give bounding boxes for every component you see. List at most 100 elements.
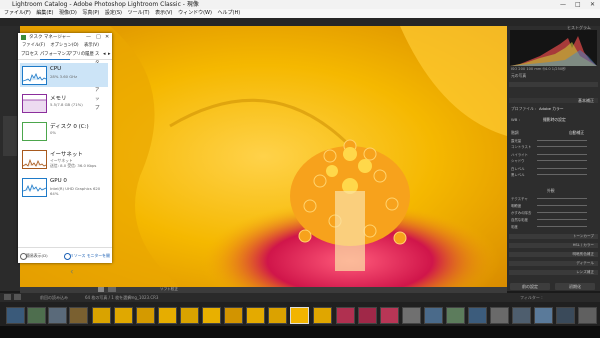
highlights-slider[interactable] bbox=[537, 154, 587, 155]
hsl-section[interactable]: HSL / カラー bbox=[509, 243, 598, 248]
minimize-button[interactable]: — bbox=[560, 0, 566, 9]
perf-item-disk[interactable]: ディスク 0 (C:) 0% bbox=[20, 119, 108, 143]
filmstrip-thumbnail[interactable] bbox=[6, 307, 25, 324]
filmstrip-thumbnail[interactable] bbox=[224, 307, 243, 324]
split-toning-section[interactable]: 明暗別色補正 bbox=[509, 252, 598, 257]
filmstrip-thumbnail[interactable] bbox=[136, 307, 155, 324]
filmstrip-thumbnail[interactable] bbox=[336, 307, 355, 324]
menu-view[interactable]: 表示(V) bbox=[155, 10, 172, 16]
perf-item-cpu[interactable]: CPU 28% 3.60 GHz bbox=[20, 63, 108, 87]
close-button[interactable]: ✕ bbox=[590, 0, 595, 9]
filmstrip-thumbnail[interactable] bbox=[27, 307, 46, 324]
menu-help[interactable]: ヘルプ(H) bbox=[218, 10, 241, 16]
title-bar: Lightroom Catalog - Adobe Photoshop Ligh… bbox=[0, 0, 600, 9]
filmstrip-thumbnail[interactable] bbox=[246, 307, 265, 324]
task-manager-title: タスク マネージャー bbox=[29, 35, 71, 40]
filmstrip-thumbnail[interactable] bbox=[424, 307, 443, 324]
profile-dropdown[interactable]: Adobe カラー bbox=[539, 106, 564, 112]
filmstrip-thumbnail[interactable] bbox=[202, 307, 221, 324]
before-after-icon[interactable] bbox=[108, 287, 116, 292]
slider-label: 露光量 bbox=[511, 139, 522, 143]
resource-monitor-link[interactable]: リソース モニターを開く bbox=[70, 248, 112, 280]
auto-button[interactable]: 自動補正 bbox=[569, 130, 584, 136]
filmstrip-thumbnail[interactable] bbox=[578, 307, 597, 324]
filmstrip-thumbnail[interactable] bbox=[380, 307, 399, 324]
tm-maximize-button[interactable]: □ bbox=[96, 33, 101, 42]
filmstrip-thumbnail[interactable] bbox=[158, 307, 177, 324]
filmstrip-thumbnail[interactable] bbox=[114, 307, 133, 324]
tabs-right-arrow-icon[interactable]: ▸ bbox=[108, 50, 111, 59]
dehaze-slider[interactable] bbox=[537, 212, 587, 213]
tab-app-history[interactable]: アプリの履歴 bbox=[68, 50, 94, 59]
lens-corrections-section[interactable]: レンズ補正 bbox=[509, 270, 598, 275]
tone-curve-section[interactable]: トーンカーブ bbox=[509, 234, 598, 239]
shadows-slider[interactable] bbox=[537, 160, 587, 161]
filmstrip-thumbnail[interactable] bbox=[512, 307, 531, 324]
filmstrip-thumbnail-selected[interactable] bbox=[290, 307, 309, 324]
filmstrip-thumbnail[interactable] bbox=[556, 307, 575, 324]
perf-item-ethernet[interactable]: イーサネット イーサネット 送信: 8.0 受信: 36.0 Kbps bbox=[20, 147, 108, 171]
navigator-collapsed[interactable] bbox=[3, 116, 17, 156]
tm-menu-view[interactable]: 表示(V) bbox=[84, 43, 99, 48]
filmstrip-thumbnail[interactable] bbox=[534, 307, 553, 324]
menu-develop[interactable]: 現像(D) bbox=[59, 10, 77, 16]
perf-item-memory[interactable]: メモリ 5.5/7.8 GB (71%) bbox=[20, 91, 108, 115]
filmstrip-source[interactable]: 前回の読み込み bbox=[40, 293, 68, 302]
menu-file[interactable]: ファイル(F) bbox=[4, 10, 31, 16]
contrast-slider[interactable] bbox=[537, 146, 587, 147]
section-label: ディテール bbox=[576, 261, 594, 265]
menu-photo[interactable]: 写真(P) bbox=[82, 10, 99, 16]
filmstrip-thumbnail[interactable] bbox=[490, 307, 509, 324]
slider-label: 明瞭度 bbox=[511, 204, 522, 208]
menu-tools[interactable]: ツール(T) bbox=[128, 10, 150, 16]
slider-label: 黒レベル bbox=[511, 173, 525, 177]
wb-dropdown[interactable]: 撮影時の設定 bbox=[543, 117, 566, 123]
tab-processes[interactable]: プロセス bbox=[21, 50, 38, 59]
task-manager-window[interactable]: タスク マネージャー — □ ✕ ファイル(F) オプション(O) 表示(V) … bbox=[18, 33, 112, 274]
presence-label: 外観 bbox=[547, 188, 555, 193]
app-title: Lightroom Catalog - Adobe Photoshop Ligh… bbox=[12, 1, 199, 8]
filmstrip-thumbnail[interactable] bbox=[402, 307, 421, 324]
filmstrip-thumbnail[interactable] bbox=[69, 307, 88, 324]
histogram-readout: ISO 200 100 mm f/4.0 1/250秒 bbox=[511, 67, 566, 71]
basic-section-header[interactable]: 基本補正 bbox=[509, 98, 598, 103]
tm-minimize-button[interactable]: — bbox=[86, 33, 91, 42]
tm-menu-options[interactable]: オプション(O) bbox=[50, 43, 78, 48]
menu-settings[interactable]: 設定(S) bbox=[105, 10, 122, 16]
reset-button[interactable]: 初期化 bbox=[555, 283, 595, 290]
secondary-display-icon[interactable] bbox=[14, 294, 21, 300]
tm-menu-file[interactable]: ファイル(F) bbox=[22, 43, 45, 48]
filmstrip-thumbnail[interactable] bbox=[180, 307, 199, 324]
filmstrip-filename: /img_1023.CR3 bbox=[128, 295, 159, 300]
tabs-left-arrow-icon[interactable]: ◂ bbox=[103, 50, 106, 59]
tab-performance[interactable]: パフォーマンス bbox=[40, 50, 70, 60]
filmstrip-thumbnail[interactable] bbox=[358, 307, 377, 324]
saturation-slider[interactable] bbox=[537, 226, 587, 227]
filmstrip-thumbnail[interactable] bbox=[446, 307, 465, 324]
whites-slider[interactable] bbox=[537, 168, 587, 169]
exposure-slider[interactable] bbox=[537, 140, 587, 141]
vibrance-slider[interactable] bbox=[537, 219, 587, 220]
filmstrip-thumbnail[interactable] bbox=[92, 307, 111, 324]
menu-edit[interactable]: 編集(E) bbox=[36, 10, 53, 16]
filmstrip-thumbnail[interactable] bbox=[468, 307, 487, 324]
clarity-slider[interactable] bbox=[537, 205, 587, 206]
menu-window[interactable]: ウィンドウ(W) bbox=[178, 10, 212, 16]
texture-slider[interactable] bbox=[537, 198, 587, 199]
soft-proof-checkbox[interactable]: ソフト校正 bbox=[160, 287, 178, 292]
maximize-button[interactable]: □ bbox=[575, 0, 581, 9]
tm-close-button[interactable]: ✕ bbox=[105, 33, 109, 42]
perf-item-gpu[interactable]: GPU 0 Intel(R) UHD Graphics 620 64% bbox=[20, 175, 108, 199]
previous-settings-button[interactable]: 前の設定 bbox=[510, 283, 550, 290]
ethernet-graph bbox=[22, 150, 47, 169]
menu-bar: ファイル(F) 編集(E) 現像(D) 写真(P) 設定(S) ツール(T) 表… bbox=[0, 9, 600, 18]
grid-view-icon[interactable] bbox=[4, 294, 11, 300]
filmstrip-thumbnail[interactable] bbox=[313, 307, 332, 324]
detail-section[interactable]: ディテール bbox=[509, 261, 598, 266]
blacks-slider[interactable] bbox=[537, 174, 587, 175]
fewer-details-link[interactable]: 簡易表示(D) bbox=[26, 248, 48, 264]
filmstrip-thumbnail[interactable] bbox=[268, 307, 287, 324]
section-label: トーンカーブ bbox=[572, 234, 594, 238]
loupe-view-icon[interactable] bbox=[98, 287, 104, 292]
filmstrip-thumbnail[interactable] bbox=[48, 307, 67, 324]
